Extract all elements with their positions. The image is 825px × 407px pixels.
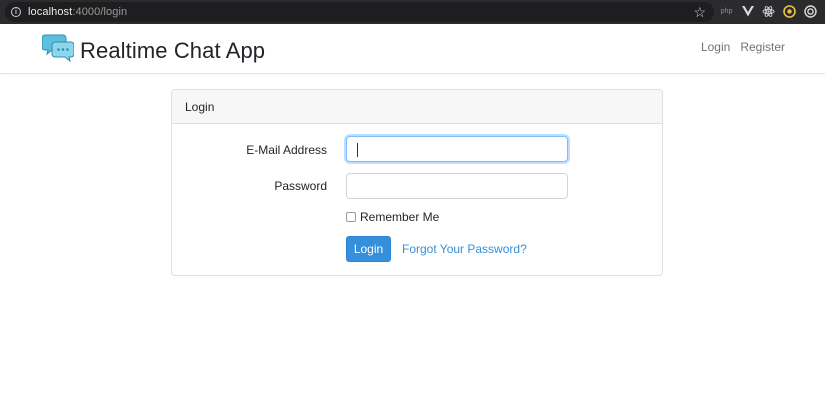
remember-label[interactable]: Remember Me xyxy=(360,210,439,224)
login-button[interactable]: Login xyxy=(346,236,391,262)
url-host: localhost xyxy=(28,6,73,18)
brand-link[interactable]: Realtime Chat App xyxy=(41,33,266,68)
password-label: Password xyxy=(274,179,327,193)
extension-php-icon[interactable]: php xyxy=(720,4,733,18)
star-icon[interactable]: ☆ xyxy=(693,3,706,21)
address-bar[interactable]: i localhost:4000/login ☆ xyxy=(5,2,714,22)
card-header: Login xyxy=(172,90,662,124)
chat-bubbles-icon xyxy=(41,33,75,68)
login-card: Login E-Mail Address Password Remember M… xyxy=(171,89,663,276)
browser-toolbar: i localhost:4000/login ☆ php xyxy=(0,0,825,24)
email-label: E-Mail Address xyxy=(246,143,327,157)
password-field[interactable] xyxy=(346,173,568,199)
navbar: Realtime Chat App Login Register xyxy=(0,24,825,74)
nav-login-link[interactable]: Login xyxy=(701,40,730,54)
url-path: :4000/login xyxy=(72,6,128,18)
email-field[interactable] xyxy=(346,136,568,162)
extension-circle-icon[interactable] xyxy=(804,4,817,18)
extension-react-icon[interactable] xyxy=(762,4,775,18)
remember-checkbox[interactable] xyxy=(346,212,356,222)
nav-links: Login Register xyxy=(701,40,785,54)
info-icon[interactable]: i xyxy=(11,7,21,17)
forgot-password-link[interactable]: Forgot Your Password? xyxy=(402,242,527,256)
url-text: localhost:4000/login xyxy=(28,6,127,18)
brand-title: Realtime Chat App xyxy=(80,37,266,63)
extension-icons: php xyxy=(720,4,817,18)
nav-register-link[interactable]: Register xyxy=(740,40,785,54)
text-caret xyxy=(357,143,358,157)
extension-yellow-icon[interactable] xyxy=(783,4,796,18)
extension-vue-icon[interactable] xyxy=(741,4,754,18)
